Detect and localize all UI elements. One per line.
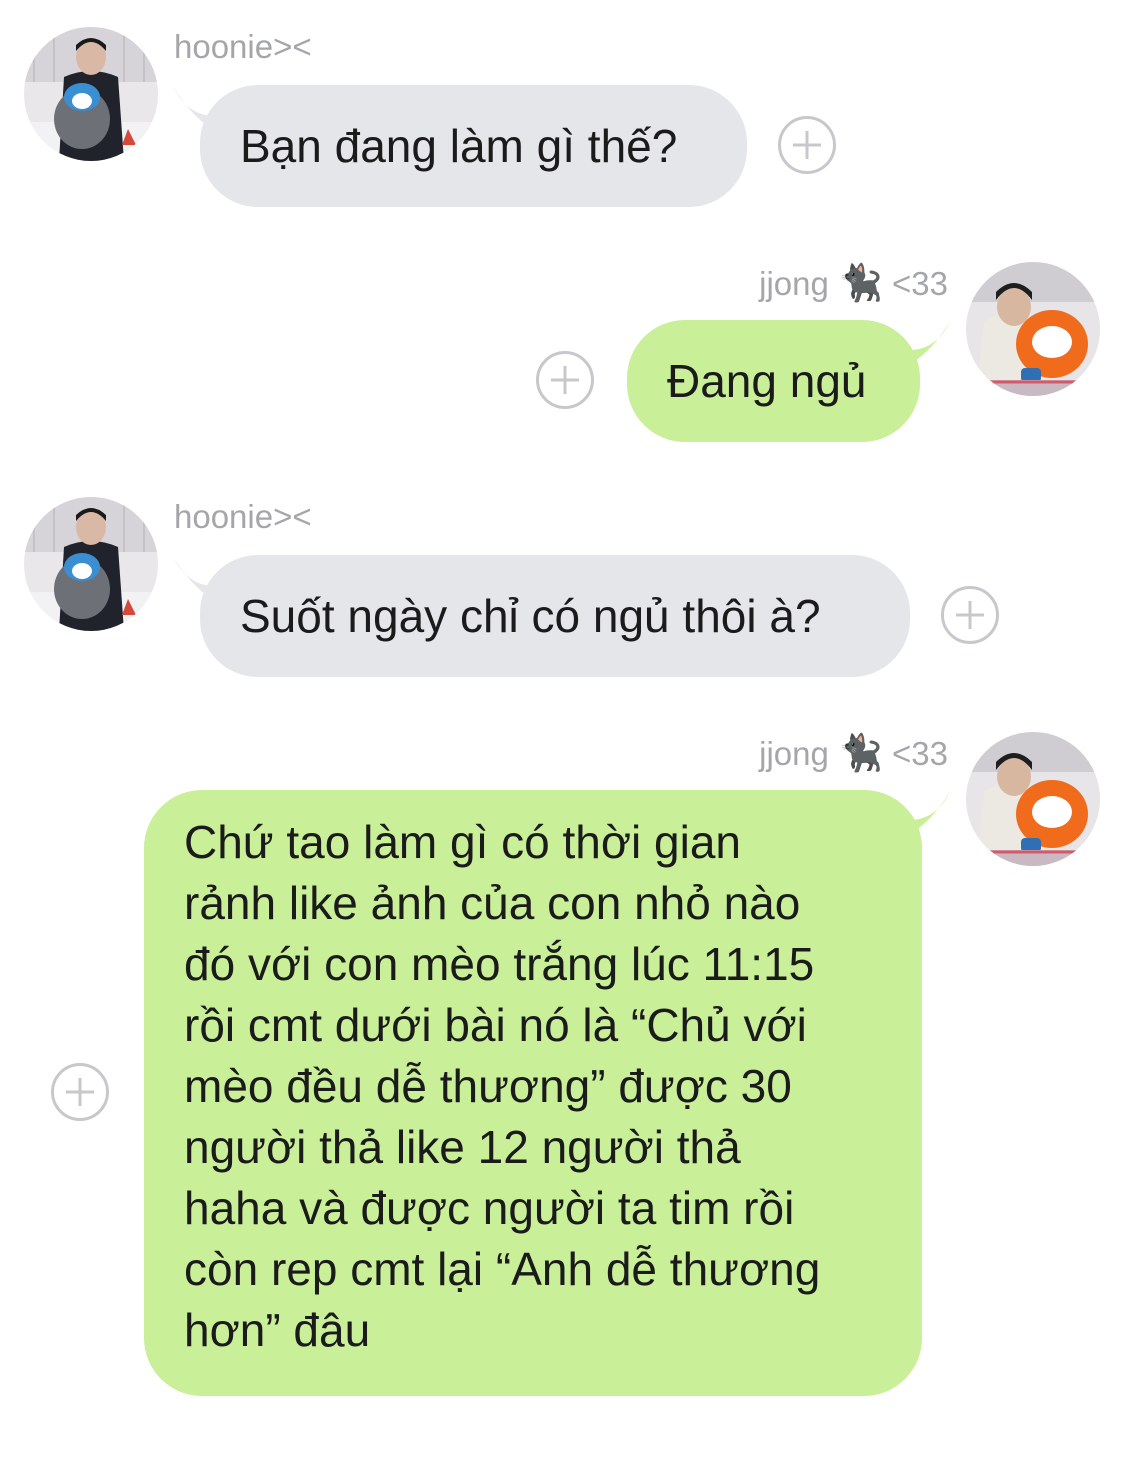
user-avatar-penguin-icon <box>24 27 158 161</box>
sender-name: jjong 🐈‍⬛ <33 <box>700 262 948 304</box>
add-reaction-button[interactable] <box>941 586 999 644</box>
sender-name-text: jjong <box>759 735 829 772</box>
avatar-jjong[interactable] <box>966 262 1100 396</box>
black-cat-emoji-icon: 🐈‍⬛ <box>838 263 883 304</box>
message-text: Suốt ngày chỉ có ngủ thôi à? <box>240 590 821 642</box>
add-reaction-button[interactable] <box>536 351 594 409</box>
avatar-jjong[interactable] <box>966 732 1100 866</box>
message-bubble[interactable]: Đang ngủ <box>627 320 920 442</box>
sender-name: hoonie>< <box>174 498 312 535</box>
sender-name: jjong 🐈‍⬛ <33 <box>700 732 948 774</box>
message-bubble[interactable]: Suốt ngày chỉ có ngủ thôi à? <box>200 555 910 677</box>
message-bubble[interactable]: Chứ tao làm gì có thời gian rảnh like ản… <box>144 790 922 1396</box>
message-text: Bạn đang làm gì thế? <box>240 120 678 172</box>
sender-name: hoonie>< <box>174 28 312 65</box>
message-text: Đang ngủ <box>667 355 867 407</box>
user-avatar-hoodie-icon <box>966 732 1100 866</box>
sender-name-text: jjong <box>759 265 829 302</box>
user-avatar-penguin-icon <box>24 497 158 631</box>
avatar-hoonie[interactable] <box>24 27 158 161</box>
message-bubble[interactable]: Bạn đang làm gì thế? <box>200 85 747 207</box>
black-cat-emoji-icon: 🐈‍⬛ <box>838 733 883 774</box>
avatar-hoonie[interactable] <box>24 497 158 631</box>
sender-suffix: <33 <box>892 265 948 302</box>
user-avatar-hoodie-icon <box>966 262 1100 396</box>
message-text: Chứ tao làm gì có thời gian rảnh like ản… <box>184 816 821 1356</box>
add-reaction-button[interactable] <box>778 116 836 174</box>
add-reaction-button[interactable] <box>51 1063 109 1121</box>
sender-suffix: <33 <box>892 735 948 772</box>
